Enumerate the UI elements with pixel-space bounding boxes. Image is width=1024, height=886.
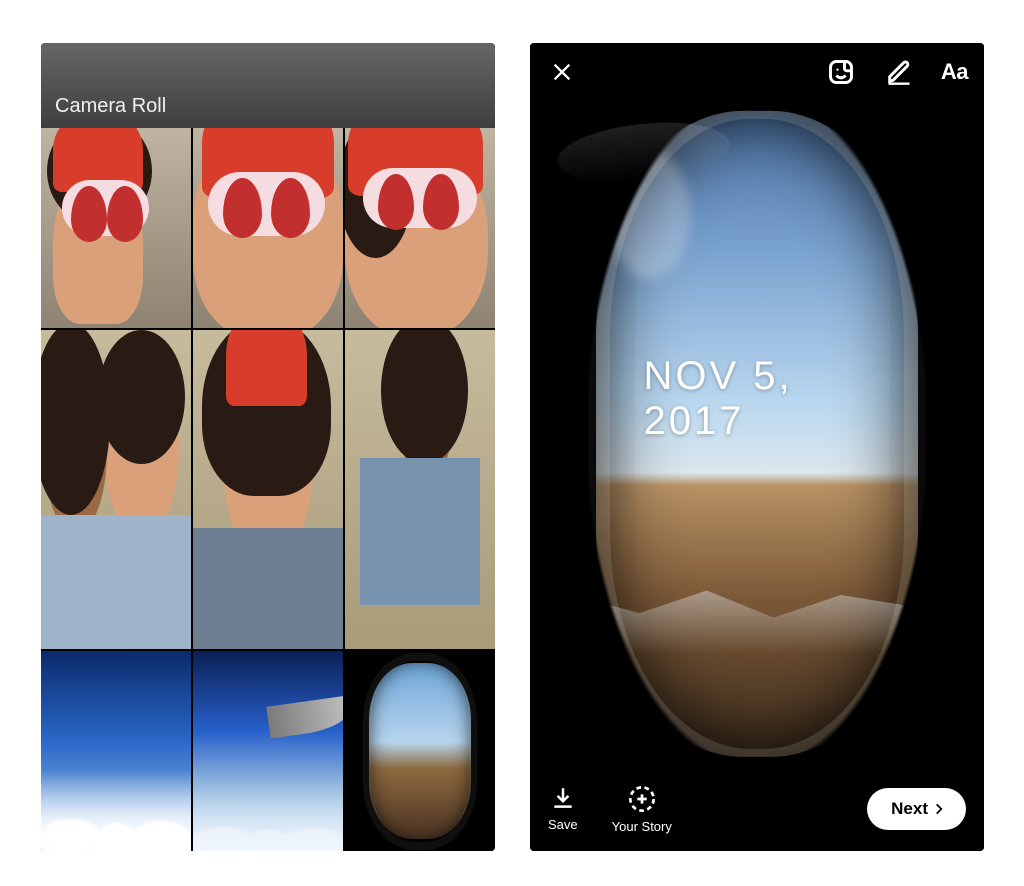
pencil-icon bbox=[885, 58, 913, 86]
your-story-label: Your Story bbox=[612, 819, 672, 834]
add-story-icon bbox=[628, 785, 656, 813]
sticker-icon bbox=[827, 58, 855, 86]
photo-thumb[interactable] bbox=[41, 651, 191, 851]
camera-roll-title: Camera Roll bbox=[55, 95, 166, 118]
photo-thumb[interactable] bbox=[193, 651, 343, 851]
save-button[interactable]: Save bbox=[548, 785, 578, 832]
close-button[interactable] bbox=[546, 56, 578, 88]
next-label: Next bbox=[891, 799, 928, 819]
story-canvas[interactable] bbox=[530, 43, 984, 851]
text-button[interactable]: Aa bbox=[941, 59, 968, 85]
date-sticker[interactable]: NOV 5, 2017 bbox=[644, 354, 871, 444]
camera-roll-screen: Camera Roll bbox=[41, 43, 495, 851]
photo-grid bbox=[41, 128, 495, 851]
photo-thumb[interactable] bbox=[193, 128, 343, 328]
editor-bottombar: Save Your Story Next bbox=[530, 767, 984, 851]
photo-thumb[interactable] bbox=[193, 330, 343, 650]
download-icon bbox=[550, 785, 576, 811]
save-label: Save bbox=[548, 817, 578, 832]
photo-thumb[interactable] bbox=[41, 330, 191, 650]
your-story-button[interactable]: Your Story bbox=[612, 785, 672, 834]
chevron-right-icon bbox=[932, 802, 946, 816]
photo-thumb[interactable] bbox=[345, 330, 495, 650]
story-editor-screen: NOV 5, 2017 bbox=[530, 43, 984, 851]
camera-roll-header[interactable]: Camera Roll bbox=[41, 43, 495, 128]
photo-thumb[interactable] bbox=[345, 651, 495, 851]
close-icon bbox=[551, 61, 573, 83]
editor-topbar: Aa bbox=[530, 43, 984, 101]
sticker-button[interactable] bbox=[825, 56, 857, 88]
photo-thumb[interactable] bbox=[41, 128, 191, 328]
photo-thumb[interactable] bbox=[345, 128, 495, 328]
draw-button[interactable] bbox=[883, 56, 915, 88]
next-button[interactable]: Next bbox=[867, 788, 966, 830]
